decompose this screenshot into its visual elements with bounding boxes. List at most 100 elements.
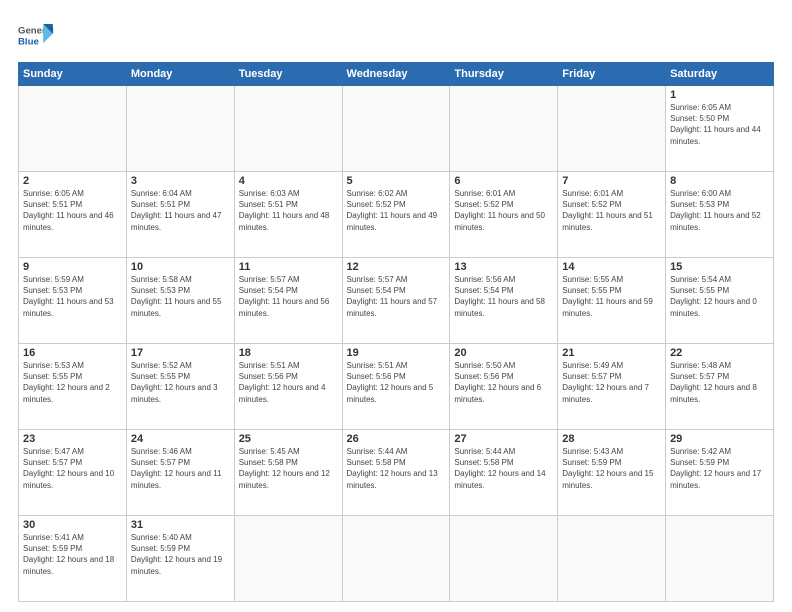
day-info: Sunrise: 5:48 AM Sunset: 5:57 PM Dayligh… bbox=[670, 360, 769, 405]
day-info: Sunrise: 5:51 AM Sunset: 5:56 PM Dayligh… bbox=[239, 360, 338, 405]
day-info: Sunrise: 5:43 AM Sunset: 5:59 PM Dayligh… bbox=[562, 446, 661, 491]
day-cell: 8Sunrise: 6:00 AM Sunset: 5:53 PM Daylig… bbox=[666, 172, 774, 258]
day-number: 16 bbox=[23, 347, 122, 359]
weekday-thursday: Thursday bbox=[450, 63, 558, 86]
svg-text:Blue: Blue bbox=[18, 36, 39, 47]
day-info: Sunrise: 5:57 AM Sunset: 5:54 PM Dayligh… bbox=[239, 274, 338, 319]
day-info: Sunrise: 5:51 AM Sunset: 5:56 PM Dayligh… bbox=[347, 360, 446, 405]
day-cell: 25Sunrise: 5:45 AM Sunset: 5:58 PM Dayli… bbox=[234, 430, 342, 516]
day-cell bbox=[450, 86, 558, 172]
day-info: Sunrise: 5:55 AM Sunset: 5:55 PM Dayligh… bbox=[562, 274, 661, 319]
day-number: 14 bbox=[562, 261, 661, 273]
day-number: 17 bbox=[131, 347, 230, 359]
day-number: 11 bbox=[239, 261, 338, 273]
day-info: Sunrise: 5:57 AM Sunset: 5:54 PM Dayligh… bbox=[347, 274, 446, 319]
day-info: Sunrise: 5:52 AM Sunset: 5:55 PM Dayligh… bbox=[131, 360, 230, 405]
day-cell bbox=[450, 516, 558, 602]
day-cell: 12Sunrise: 5:57 AM Sunset: 5:54 PM Dayli… bbox=[342, 258, 450, 344]
day-number: 25 bbox=[239, 433, 338, 445]
weekday-friday: Friday bbox=[558, 63, 666, 86]
day-info: Sunrise: 5:59 AM Sunset: 5:53 PM Dayligh… bbox=[23, 274, 122, 319]
day-cell bbox=[666, 516, 774, 602]
day-number: 7 bbox=[562, 175, 661, 187]
page: General Blue SundayMondayTuesdayWednesda… bbox=[0, 0, 792, 612]
week-row-0: 1Sunrise: 6:05 AM Sunset: 5:50 PM Daylig… bbox=[19, 86, 774, 172]
day-cell bbox=[342, 516, 450, 602]
day-number: 4 bbox=[239, 175, 338, 187]
day-cell: 14Sunrise: 5:55 AM Sunset: 5:55 PM Dayli… bbox=[558, 258, 666, 344]
day-cell bbox=[558, 86, 666, 172]
calendar-table: SundayMondayTuesdayWednesdayThursdayFrid… bbox=[18, 62, 774, 602]
day-number: 10 bbox=[131, 261, 230, 273]
day-cell bbox=[126, 86, 234, 172]
day-number: 30 bbox=[23, 519, 122, 531]
day-number: 3 bbox=[131, 175, 230, 187]
day-cell: 2Sunrise: 6:05 AM Sunset: 5:51 PM Daylig… bbox=[19, 172, 127, 258]
week-row-1: 2Sunrise: 6:05 AM Sunset: 5:51 PM Daylig… bbox=[19, 172, 774, 258]
day-cell: 5Sunrise: 6:02 AM Sunset: 5:52 PM Daylig… bbox=[342, 172, 450, 258]
weekday-saturday: Saturday bbox=[666, 63, 774, 86]
day-cell: 17Sunrise: 5:52 AM Sunset: 5:55 PM Dayli… bbox=[126, 344, 234, 430]
day-info: Sunrise: 6:03 AM Sunset: 5:51 PM Dayligh… bbox=[239, 188, 338, 233]
day-info: Sunrise: 6:01 AM Sunset: 5:52 PM Dayligh… bbox=[562, 188, 661, 233]
day-number: 19 bbox=[347, 347, 446, 359]
day-number: 6 bbox=[454, 175, 553, 187]
week-row-3: 16Sunrise: 5:53 AM Sunset: 5:55 PM Dayli… bbox=[19, 344, 774, 430]
day-cell: 1Sunrise: 6:05 AM Sunset: 5:50 PM Daylig… bbox=[666, 86, 774, 172]
day-number: 12 bbox=[347, 261, 446, 273]
weekday-wednesday: Wednesday bbox=[342, 63, 450, 86]
day-cell: 15Sunrise: 5:54 AM Sunset: 5:55 PM Dayli… bbox=[666, 258, 774, 344]
day-info: Sunrise: 5:50 AM Sunset: 5:56 PM Dayligh… bbox=[454, 360, 553, 405]
day-number: 23 bbox=[23, 433, 122, 445]
day-info: Sunrise: 5:56 AM Sunset: 5:54 PM Dayligh… bbox=[454, 274, 553, 319]
day-cell bbox=[234, 86, 342, 172]
day-cell bbox=[342, 86, 450, 172]
day-number: 1 bbox=[670, 89, 769, 101]
day-info: Sunrise: 5:44 AM Sunset: 5:58 PM Dayligh… bbox=[347, 446, 446, 491]
day-cell: 19Sunrise: 5:51 AM Sunset: 5:56 PM Dayli… bbox=[342, 344, 450, 430]
day-number: 5 bbox=[347, 175, 446, 187]
day-number: 31 bbox=[131, 519, 230, 531]
day-cell bbox=[234, 516, 342, 602]
day-number: 15 bbox=[670, 261, 769, 273]
day-number: 2 bbox=[23, 175, 122, 187]
header: General Blue bbox=[18, 18, 774, 54]
day-number: 27 bbox=[454, 433, 553, 445]
day-cell: 22Sunrise: 5:48 AM Sunset: 5:57 PM Dayli… bbox=[666, 344, 774, 430]
day-info: Sunrise: 5:41 AM Sunset: 5:59 PM Dayligh… bbox=[23, 532, 122, 577]
day-cell: 26Sunrise: 5:44 AM Sunset: 5:58 PM Dayli… bbox=[342, 430, 450, 516]
day-info: Sunrise: 5:49 AM Sunset: 5:57 PM Dayligh… bbox=[562, 360, 661, 405]
week-row-2: 9Sunrise: 5:59 AM Sunset: 5:53 PM Daylig… bbox=[19, 258, 774, 344]
day-cell: 18Sunrise: 5:51 AM Sunset: 5:56 PM Dayli… bbox=[234, 344, 342, 430]
day-number: 29 bbox=[670, 433, 769, 445]
day-cell: 16Sunrise: 5:53 AM Sunset: 5:55 PM Dayli… bbox=[19, 344, 127, 430]
day-number: 26 bbox=[347, 433, 446, 445]
logo-svg: General Blue bbox=[18, 18, 54, 54]
day-cell: 3Sunrise: 6:04 AM Sunset: 5:51 PM Daylig… bbox=[126, 172, 234, 258]
weekday-sunday: Sunday bbox=[19, 63, 127, 86]
day-info: Sunrise: 5:45 AM Sunset: 5:58 PM Dayligh… bbox=[239, 446, 338, 491]
day-info: Sunrise: 5:58 AM Sunset: 5:53 PM Dayligh… bbox=[131, 274, 230, 319]
weekday-header-row: SundayMondayTuesdayWednesdayThursdayFrid… bbox=[19, 63, 774, 86]
day-info: Sunrise: 6:01 AM Sunset: 5:52 PM Dayligh… bbox=[454, 188, 553, 233]
weekday-tuesday: Tuesday bbox=[234, 63, 342, 86]
day-info: Sunrise: 5:46 AM Sunset: 5:57 PM Dayligh… bbox=[131, 446, 230, 491]
day-info: Sunrise: 6:00 AM Sunset: 5:53 PM Dayligh… bbox=[670, 188, 769, 233]
day-cell: 7Sunrise: 6:01 AM Sunset: 5:52 PM Daylig… bbox=[558, 172, 666, 258]
day-info: Sunrise: 6:05 AM Sunset: 5:51 PM Dayligh… bbox=[23, 188, 122, 233]
day-cell: 28Sunrise: 5:43 AM Sunset: 5:59 PM Dayli… bbox=[558, 430, 666, 516]
weekday-monday: Monday bbox=[126, 63, 234, 86]
day-info: Sunrise: 5:54 AM Sunset: 5:55 PM Dayligh… bbox=[670, 274, 769, 319]
day-cell: 29Sunrise: 5:42 AM Sunset: 5:59 PM Dayli… bbox=[666, 430, 774, 516]
day-number: 8 bbox=[670, 175, 769, 187]
day-cell: 20Sunrise: 5:50 AM Sunset: 5:56 PM Dayli… bbox=[450, 344, 558, 430]
day-cell bbox=[558, 516, 666, 602]
day-cell: 21Sunrise: 5:49 AM Sunset: 5:57 PM Dayli… bbox=[558, 344, 666, 430]
day-info: Sunrise: 5:44 AM Sunset: 5:58 PM Dayligh… bbox=[454, 446, 553, 491]
day-info: Sunrise: 5:47 AM Sunset: 5:57 PM Dayligh… bbox=[23, 446, 122, 491]
day-info: Sunrise: 6:02 AM Sunset: 5:52 PM Dayligh… bbox=[347, 188, 446, 233]
day-info: Sunrise: 6:05 AM Sunset: 5:50 PM Dayligh… bbox=[670, 102, 769, 147]
day-number: 9 bbox=[23, 261, 122, 273]
day-cell: 24Sunrise: 5:46 AM Sunset: 5:57 PM Dayli… bbox=[126, 430, 234, 516]
logo: General Blue bbox=[18, 18, 54, 54]
